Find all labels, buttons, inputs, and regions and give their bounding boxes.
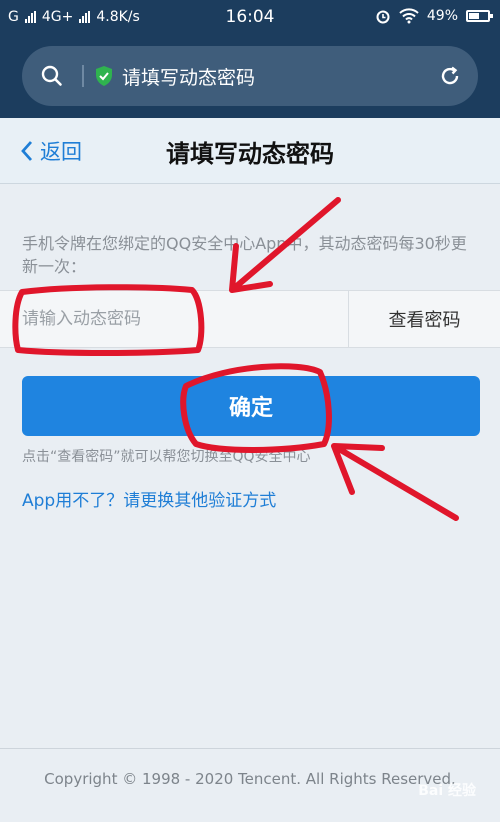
footer-divider xyxy=(0,748,500,749)
switch-note: 点击“查看密码”就可以帮您切换至QQ安全中心 xyxy=(22,449,311,465)
shield-check-icon xyxy=(96,66,112,86)
battery-percent: 49% xyxy=(426,8,458,24)
browser-topbar: G 4G+ 4.8K/s 16:04 49% 请填写动态密码 xyxy=(0,0,500,118)
address-title-text: 请填写动态密码 xyxy=(122,66,256,89)
dynamic-password-input[interactable] xyxy=(0,291,348,347)
address-divider xyxy=(82,65,84,87)
address-title[interactable]: 请填写动态密码 xyxy=(94,63,422,90)
battery-icon xyxy=(466,10,493,22)
baidu-watermark: Bai 经验 xyxy=(418,783,476,799)
alternate-verification-link[interactable]: App用不了？请更换其他验证方式 xyxy=(22,486,276,511)
view-password-button[interactable]: 查看密码 xyxy=(349,291,500,347)
password-row: 查看密码 xyxy=(0,290,500,348)
reload-icon[interactable] xyxy=(422,64,478,88)
address-bar[interactable]: 请填写动态密码 xyxy=(22,46,478,106)
search-icon[interactable] xyxy=(22,64,82,88)
wifi-icon xyxy=(399,8,419,24)
confirm-button[interactable]: 确定 xyxy=(22,376,480,436)
token-hint: 手机令牌在您绑定的QQ安全中心App中，其动态密码每30秒更新一次： xyxy=(22,234,467,276)
page-header: 返回 请填写动态密码 xyxy=(0,118,500,184)
page-title: 请填写动态密码 xyxy=(166,140,334,168)
status-bar: G 4G+ 4.8K/s 16:04 49% xyxy=(0,0,500,36)
alarm-icon xyxy=(376,10,390,24)
